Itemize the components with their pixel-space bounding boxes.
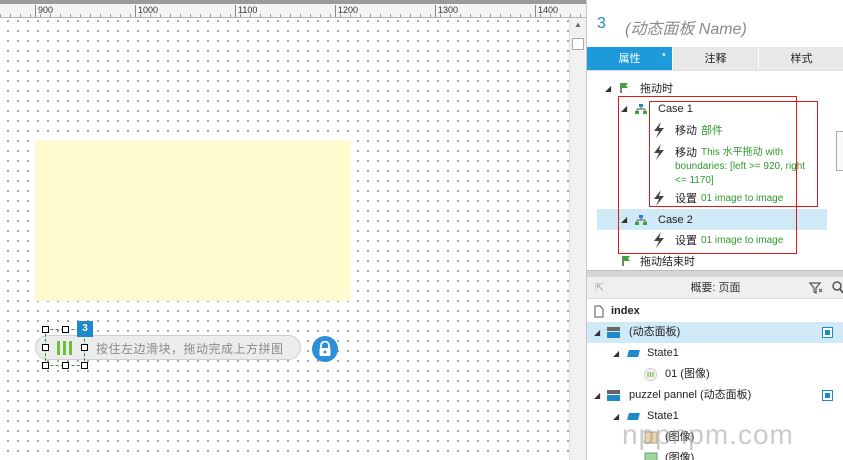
resize-handle[interactable] <box>42 326 49 333</box>
design-canvas[interactable]: 900 1000 1100 1200 1300 1400 按住左边滑块，拖动完成… <box>0 0 586 460</box>
ruler-tick: 1300 <box>435 5 458 17</box>
arrow-icon[interactable]: ⇱ <box>595 277 604 299</box>
panel-splitter[interactable] <box>587 270 843 277</box>
resize-handle[interactable] <box>81 344 88 351</box>
watermark-text: nppnpm.com <box>622 419 794 450</box>
modified-marker: * <box>661 51 666 63</box>
outline-item-label: 01 (图像) <box>665 368 710 380</box>
widget-number-badge: 3 <box>77 321 93 337</box>
panel-edge-scroll[interactable] <box>836 131 843 171</box>
tab-notes[interactable]: 注释 <box>672 47 758 70</box>
resize-handle[interactable] <box>62 326 69 333</box>
page-icon <box>594 305 604 318</box>
collapse-triangle-icon[interactable]: ◢ <box>594 385 600 406</box>
state-icon <box>627 350 640 357</box>
tab-notes-label: 注释 <box>704 53 727 65</box>
widget-name-field[interactable]: (动态面板 Name) <box>625 15 747 39</box>
resize-handle[interactable] <box>42 344 49 351</box>
collapse-triangle-icon[interactable]: ◢ <box>605 80 611 98</box>
visibility-toggle[interactable] <box>822 327 833 338</box>
ruler-tick: 1400 <box>535 5 558 17</box>
ruler-tick: 1100 <box>235 5 257 17</box>
event-flag-icon <box>620 83 628 93</box>
interactions-tree: ◢ 拖动时 ◢ Case 1 移动 部件 移动 This 水平拖动 with b… <box>587 71 843 271</box>
tab-properties-label: 属性 <box>618 53 641 65</box>
ruler-tick: 1200 <box>335 5 358 17</box>
outline-item-page[interactable]: index <box>587 301 843 322</box>
resize-handle[interactable] <box>42 362 49 369</box>
scroll-up-arrow-icon[interactable]: ▲ <box>572 20 584 30</box>
tab-properties[interactable]: 属性 * <box>587 47 672 70</box>
ruler-top-bar <box>0 0 586 4</box>
ruler-tick: 1000 <box>135 5 158 17</box>
image-thumbnail-icon <box>644 368 657 381</box>
widget-number: 3 <box>597 15 606 32</box>
collapse-triangle-icon[interactable]: ◢ <box>594 322 600 343</box>
collapse-triangle-icon[interactable]: ◢ <box>613 406 619 427</box>
lock-icon[interactable] <box>312 336 338 362</box>
filter-icon[interactable] <box>809 282 823 294</box>
inspector-title: 3 (动态面板 Name) <box>587 0 843 47</box>
tab-style[interactable]: 样式 <box>758 47 843 70</box>
slider-grip-icon[interactable] <box>57 341 75 355</box>
canvas-vertical-scrollbar[interactable]: ▲ <box>569 18 586 460</box>
resize-handle[interactable] <box>81 362 88 369</box>
inspector-tabs: 属性 * 注释 样式 <box>587 47 843 71</box>
event-flag-icon <box>622 256 630 266</box>
visibility-toggle[interactable] <box>822 390 833 401</box>
dynamic-panel-icon <box>607 327 620 338</box>
collapse-triangle-icon[interactable]: ◢ <box>613 343 619 364</box>
outline-item-state[interactable]: ◢ State1 <box>587 343 843 364</box>
tab-style-label: 样式 <box>790 53 813 65</box>
image-thumbnail-icon <box>644 452 658 460</box>
scroll-thumb[interactable] <box>572 38 584 50</box>
outline-item-image[interactable]: 01 (图像) <box>587 364 843 385</box>
puzzle-image-placeholder[interactable] <box>35 140 351 301</box>
outline-item-label: index <box>611 305 640 317</box>
outline-item-label: State1 <box>647 347 679 359</box>
outline-item-dynamic-panel[interactable]: ◢ puzzel pannel (动态面板) <box>587 385 843 406</box>
outline-header: ⇱ 概要: 页面 <box>587 277 843 299</box>
inspector-panel: 3 (动态面板 Name) 属性 * 注释 样式 ◢ 拖动时 ◢ Case 1 … <box>586 0 843 460</box>
outline-item-dynamic-panel[interactable]: ◢ (动态面板) <box>587 322 843 343</box>
search-icon[interactable] <box>832 281 843 294</box>
outline-item-label: puzzel pannel (动态面板) <box>629 389 752 401</box>
outline-header-label: 概要: 页面 <box>690 282 741 294</box>
resize-handle[interactable] <box>62 362 69 369</box>
event-drag-end-label: 拖动结束时 <box>640 256 695 268</box>
dynamic-panel-icon <box>607 390 620 401</box>
ruler-tick: 900 <box>35 5 53 17</box>
slider-hint-text: 按住左边滑块，拖动完成上方拼图 <box>96 342 284 356</box>
outline-item-label: (动态面板) <box>629 326 681 338</box>
horizontal-ruler: 900 1000 1100 1200 1300 1400 <box>0 0 586 18</box>
annotation-box-inner <box>649 101 818 207</box>
